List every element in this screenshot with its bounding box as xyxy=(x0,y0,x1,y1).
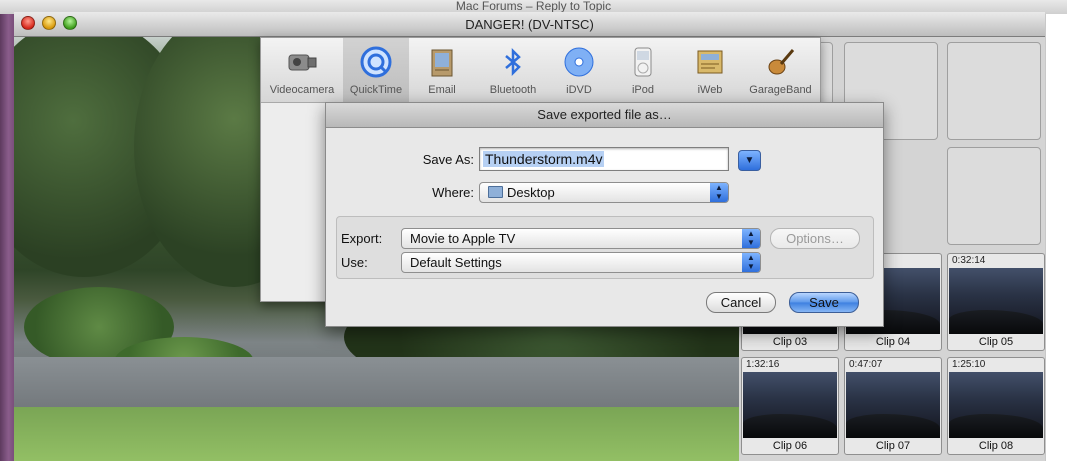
where-popup[interactable]: Desktop ▲ ▼ xyxy=(479,182,729,203)
clip-duration: 1:32:16 xyxy=(746,359,780,370)
clip-name: Clip 08 xyxy=(978,440,1014,452)
clip-duration: 1:25:10 xyxy=(952,359,986,370)
settings-popup[interactable]: Default Settings ▲ ▼ xyxy=(401,252,761,273)
clip-tile[interactable]: 0:47:07 Clip 07 xyxy=(844,357,942,455)
where-value: Desktop xyxy=(507,185,555,200)
options-button[interactable]: Options… xyxy=(770,228,860,249)
share-email-button[interactable]: Email xyxy=(409,38,475,102)
export-options-group: Export: Movie to Apple TV ▲ ▼ Options… Us… xyxy=(336,216,874,279)
share-ipod-button[interactable]: iPod xyxy=(607,38,679,102)
window-title: DANGER! (DV-NTSC) xyxy=(465,17,594,32)
share-videocamera-button[interactable]: Videocamera xyxy=(261,38,343,102)
save-as-label: Save As: xyxy=(422,152,474,167)
filename-input[interactable]: Thunderstorm.m4v xyxy=(479,147,729,171)
browser-page-edge xyxy=(1045,14,1067,461)
export-format-popup[interactable]: Movie to Apple TV ▲ ▼ xyxy=(401,228,761,249)
idvd-icon xyxy=(564,47,594,77)
share-item-label: Bluetooth xyxy=(489,84,537,96)
share-item-label: Videocamera xyxy=(269,84,335,96)
empty-clip-slot[interactable] xyxy=(947,42,1041,140)
videocamera-icon xyxy=(288,54,317,71)
share-item-label: QuickTime xyxy=(349,84,403,96)
quicktime-icon xyxy=(360,46,392,78)
share-item-label: iPod xyxy=(631,84,655,96)
popup-arrows-icon: ▲ ▼ xyxy=(742,253,760,272)
bluetooth-icon xyxy=(505,47,521,77)
folder-icon xyxy=(488,186,503,198)
share-item-label: iDVD xyxy=(566,84,592,96)
desktop-edge xyxy=(0,14,14,461)
share-idvd-button[interactable]: iDVD xyxy=(551,38,607,102)
email-icon xyxy=(431,49,453,77)
clip-name: Clip 06 xyxy=(772,440,808,452)
filename-selection: Thunderstorm.m4v xyxy=(483,151,605,167)
clip-duration: 0:32:14 xyxy=(952,255,986,266)
clip-tile[interactable]: 1:25:10 Clip 08 xyxy=(947,357,1045,455)
clip-thumbnail xyxy=(846,372,940,438)
export-label: Export: xyxy=(341,231,383,246)
use-label: Use: xyxy=(341,255,368,270)
ipod-icon xyxy=(634,47,652,77)
garageband-icon xyxy=(768,49,794,75)
cancel-button[interactable]: Cancel xyxy=(706,292,776,313)
save-button[interactable]: Save xyxy=(789,292,859,313)
clip-thumbnail xyxy=(743,372,837,438)
empty-clip-slot[interactable] xyxy=(947,147,1041,245)
chevron-down-icon: ▼ xyxy=(744,155,755,166)
window-titlebar: DANGER! (DV-NTSC) xyxy=(14,12,1045,37)
clip-thumbnail xyxy=(949,372,1043,438)
share-item-label: Email xyxy=(428,84,456,96)
clip-tile[interactable]: 1:32:16 Clip 06 xyxy=(741,357,839,455)
clip-tile[interactable]: 0:32:14 Clip 05 xyxy=(947,253,1045,351)
clip-duration: 0:47:07 xyxy=(849,359,883,370)
where-label: Where: xyxy=(432,185,474,200)
export-format-value: Movie to Apple TV xyxy=(410,231,516,246)
clip-name: Clip 04 xyxy=(875,336,911,348)
save-dialog: Save exported file as… Save As: Thunders… xyxy=(325,102,884,327)
dialog-title: Save exported file as… xyxy=(326,103,883,128)
clip-thumbnail xyxy=(949,268,1043,334)
where-value-wrap: Desktop xyxy=(488,183,555,202)
share-garageband-button[interactable]: GarageBand xyxy=(741,38,820,102)
share-bluetooth-button[interactable]: Bluetooth xyxy=(475,38,551,102)
settings-value: Default Settings xyxy=(410,255,502,270)
clip-name: Clip 07 xyxy=(875,440,911,452)
expand-dialog-button[interactable]: ▼ xyxy=(738,150,761,171)
share-quicktime-button[interactable]: QuickTime xyxy=(343,38,409,102)
clip-name: Clip 05 xyxy=(978,336,1014,348)
share-toolbar: Videocamera QuickTime Email Bluetooth iD… xyxy=(261,38,820,103)
share-item-label: GarageBand xyxy=(749,84,812,96)
share-item-label: iWeb xyxy=(697,84,723,96)
iweb-icon xyxy=(697,50,723,74)
share-iweb-button[interactable]: iWeb xyxy=(679,38,741,102)
popup-arrows-icon: ▲ ▼ xyxy=(742,229,760,248)
popup-arrows-icon: ▲ ▼ xyxy=(710,183,728,202)
clip-name: Clip 03 xyxy=(772,336,808,348)
lawn xyxy=(14,407,739,461)
